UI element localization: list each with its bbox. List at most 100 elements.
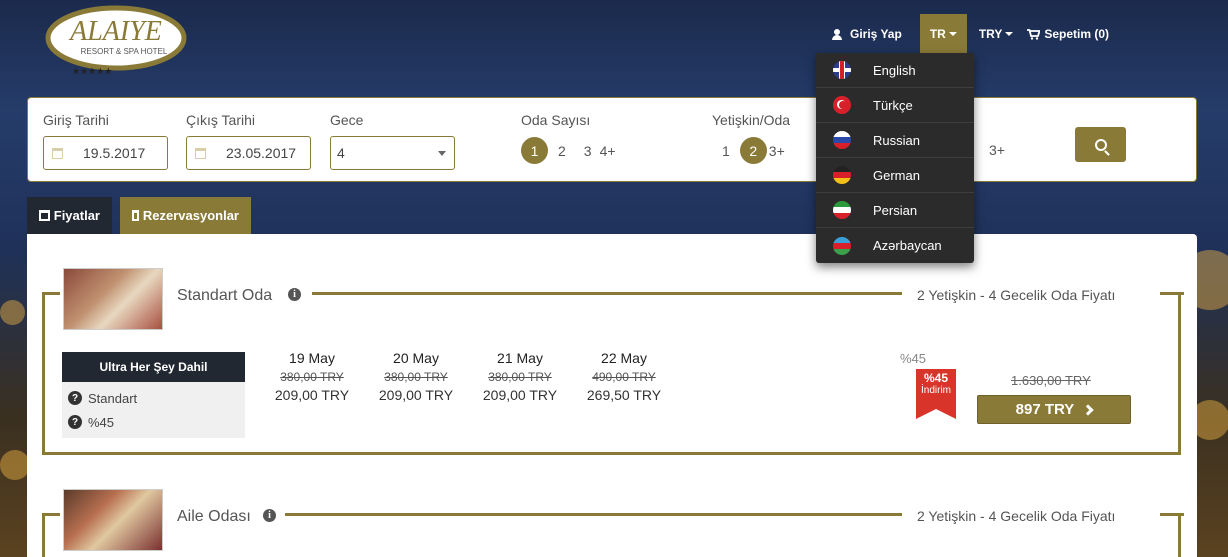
language-option-label: Türkçe [873,97,913,113]
flag-tr-icon [833,96,851,114]
rooms-selector: 1 2 3 4+ [521,137,626,164]
discount-percent: %45 [900,351,927,366]
language-option-turkce[interactable]: Türkçe [816,88,974,123]
top-nav: Giriş Yap TR TRY Sepetim (0) [822,14,1119,54]
feature-label: %45 [88,414,115,430]
day-date: 20 May [393,350,439,366]
adults-option-1[interactable]: 1 [722,143,730,159]
day-date: 22 May [601,350,647,366]
currency-dropdown-toggle[interactable]: TRY [969,14,1024,54]
cart-link[interactable]: Sepetim (0) [1023,14,1119,54]
language-option-english[interactable]: English [816,53,974,88]
language-option-label: English [873,62,916,78]
day-date: 19 May [289,350,335,366]
room-name: Aile Odası [177,508,251,525]
cart-icon [1027,28,1041,40]
checkout-date-field[interactable]: 23.05.2017 [186,136,311,170]
nights-select[interactable]: 4 [330,136,455,170]
children-selector: 3+ [989,142,1015,158]
room-card-family: Aile Odası i 2 Yetişkin - 4 Gecelik Oda … [42,489,1184,557]
rooms-option-3[interactable]: 3 [584,143,592,159]
language-option-persian[interactable]: Persian [816,193,974,228]
checkin-value: 19.5.2017 [83,145,146,161]
caret-down-icon [1005,32,1014,36]
currency-label: TRY [978,27,1003,41]
search-button[interactable] [1075,127,1126,162]
flag-uk-icon [833,61,851,79]
login-label: Giriş Yap [850,27,902,41]
board-type-box: Ultra Her Şey Dahil ? Standart ? %45 [62,352,245,438]
language-option-russian[interactable]: Russian [816,123,974,158]
booking-search-form: Giriş Tarihi 19.5.2017 Çıkış Tarihi 23.0… [27,97,1197,182]
hotel-logo[interactable]: ALAIYE RESORT & SPA HOTEL ★★★★★ [44,4,188,76]
select-arrow-icon [438,151,446,156]
room-capacity: 2 Yetişkin - 4 Gecelik Oda Fiyatı [907,508,1126,524]
tab-reservations-label: Rezervasyonlar [142,208,239,223]
feature-standard: ? Standart [68,386,239,410]
flag-az-icon [833,236,851,255]
tab-reservations[interactable]: Rezervasyonlar [120,197,251,234]
day-new-price: 209,00 TRY [482,387,558,403]
checkout-value: 23.05.2017 [226,145,297,161]
rooms-option-2[interactable]: 2 [558,143,566,159]
language-option-label: Azərbaycan [873,238,942,253]
day-price-4: 22 May 490,00 TRY 269,50 TRY [579,350,669,403]
room-photo[interactable] [63,489,163,551]
chevron-right-icon [1082,403,1094,416]
day-new-price: 209,00 TRY [378,387,454,403]
login-link[interactable]: Giriş Yap [822,14,912,54]
book-button[interactable]: 897 TRY [977,395,1131,424]
day-price-1: 19 May 380,00 TRY 209,00 TRY [267,350,357,403]
rooms-option-1[interactable]: 1 [521,137,548,164]
day-date: 21 May [497,350,543,366]
day-old-price: 380,00 TRY [488,370,552,384]
user-icon [832,28,842,40]
adults-option-3plus[interactable]: 3+ [769,143,785,159]
adults-option-2[interactable]: 2 [739,137,767,164]
day-old-price: 380,00 TRY [384,370,448,384]
flag-de-icon [833,166,851,184]
total-new-price: 897 TRY [1015,401,1075,418]
language-option-german[interactable]: German [816,158,974,193]
cart-label: Sepetim (0) [1044,27,1110,41]
room-photo[interactable] [63,268,163,330]
language-option-label: Russian [873,132,920,148]
calendar-icon [52,147,63,159]
language-option-azerbaycan[interactable]: Azərbaycan [816,228,974,263]
checkout-label: Çıkış Tarihi [186,112,255,128]
language-option-label: Persian [873,202,918,218]
rooms-label: Oda Sayısı [521,112,591,128]
flag-ru-icon [833,131,851,149]
adults-label: Yetişkin/Oda [712,112,791,128]
room-card-standard: Standart Oda i 2 Yetişkin - 4 Gecelik Od… [42,268,1184,455]
day-old-price: 380,00 TRY [280,370,344,384]
search-icon [1094,138,1107,151]
rooms-option-4plus[interactable]: 4+ [600,143,616,159]
discount-ribbon: %45 İndirim [916,369,956,419]
day-new-price: 269,50 TRY [586,387,662,403]
children-option-3plus[interactable]: 3+ [989,142,1005,158]
language-menu: English Türkçe Russian German Persian Az… [816,53,974,263]
flag-ir-icon [833,201,851,219]
calendar-icon [132,210,139,221]
svg-text:★★★★★: ★★★★★ [72,66,112,76]
language-label: TR [929,27,946,41]
board-type-title: Ultra Her Şey Dahil [62,352,245,382]
info-icon[interactable]: i [263,509,276,522]
ribbon-percent: %45 [923,371,949,385]
adults-selector: 1 2 3+ [722,137,795,164]
question-icon[interactable]: ? [68,415,82,429]
feature-discount: ? %45 [68,410,239,434]
language-dropdown-toggle[interactable]: TR [919,14,967,54]
question-icon[interactable]: ? [68,391,82,405]
tab-prices[interactable]: Fiyatlar [27,197,112,234]
total-old-price: 1.630,00 TRY [1011,373,1091,388]
checkin-date-field[interactable]: 19.5.2017 [43,136,168,170]
info-icon[interactable]: i [288,288,301,301]
logo-subtext: RESORT & SPA HOTEL [81,47,168,56]
checkin-label: Giriş Tarihi [43,112,109,128]
room-capacity: 2 Yetişkin - 4 Gecelik Oda Fiyatı [907,287,1126,303]
logo-text: ALAIYE [68,16,162,47]
ribbon-label: İndirim [920,385,951,396]
tab-prices-label: Fiyatlar [53,208,100,223]
